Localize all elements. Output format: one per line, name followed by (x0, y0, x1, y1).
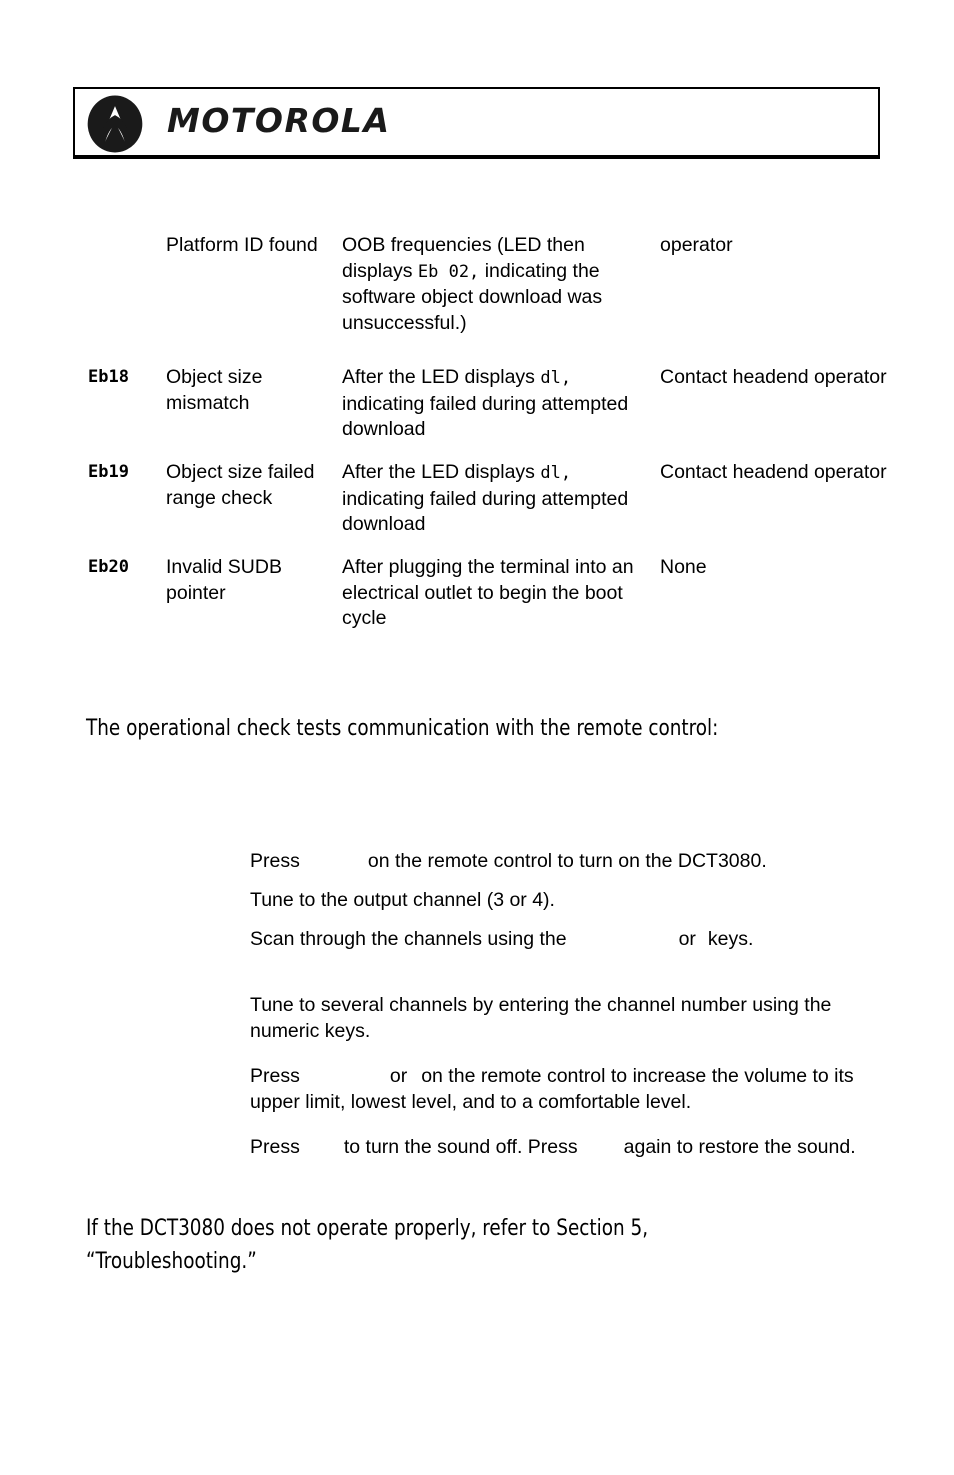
step-text-part3: again to restore the sound. (623, 1136, 856, 1158)
operational-check-intro: The operational check tests communicatio… (86, 716, 719, 741)
error-action: Contact headend operator (660, 461, 887, 483)
step-scan-channels: Scan through the channels using the or key… (250, 926, 875, 952)
condition-text-pre: After the LED displays (342, 461, 541, 483)
condition-text-post: indicating failed during attempted downl… (342, 392, 629, 441)
motorola-header-box: MOTOROLA (73, 87, 880, 159)
closing-line-2: “Troubleshooting.” (86, 1249, 257, 1274)
error-code-table: Platform ID found OOB frequencies (LED t… (0, 233, 954, 650)
error-description: Platform ID found (166, 234, 318, 256)
step-volume: Press or on the remote control to increase… (250, 1063, 875, 1115)
closing-line-1: If the DCT3080 does not operate properly… (86, 1216, 649, 1241)
step-text-part3: keys. (707, 928, 754, 950)
error-condition: OOB frequencies (LED then displays Eb 02… (342, 233, 652, 336)
table-row: Eb20 Invalid SUDB pointer After plugging… (0, 555, 954, 650)
error-condition: After plugging the terminal into an elec… (342, 555, 652, 633)
step-text-part3: on the remote control to increase the vo… (250, 1065, 854, 1113)
condition-text-pre: After plugging the terminal into an elec… (342, 556, 634, 629)
error-action: None (660, 556, 707, 578)
condition-code: dl, (540, 368, 572, 388)
condition-text-pre: After the LED displays (342, 366, 541, 388)
step-text-part1: Press (250, 1136, 300, 1158)
error-description: Invalid SUDB pointer (166, 556, 282, 604)
step-text-part2: to turn the sound off. Press (343, 1136, 578, 1158)
table-row: Platform ID found OOB frequencies (LED t… (0, 233, 954, 365)
motorola-wordmark: MOTOROLA (167, 101, 391, 140)
table-row: Eb18 Object size mismatch After the LED … (0, 365, 954, 460)
step-text-part1: Press (250, 850, 300, 872)
step-text-part1: Tune to the output channel (3 or 4). (250, 889, 555, 911)
condition-text-post: indicating failed during attempted downl… (342, 487, 629, 536)
step-text-part1: Press (250, 1065, 300, 1087)
condition-code: dl, (540, 463, 572, 483)
error-description: Object size failed range check (166, 461, 315, 509)
condition-code: Eb 02, (417, 261, 480, 282)
step-text-part2: or (389, 1065, 408, 1087)
error-code: Eb18 (88, 367, 129, 387)
error-condition: After the LED displays dl, indicating fa… (342, 460, 652, 538)
step-tune-numeric-keys: Tune to several channels by entering the… (250, 992, 875, 1044)
error-code: Eb19 (88, 462, 129, 482)
error-description: Object size mismatch (166, 366, 263, 414)
step-tune-output-channel: Tune to the output channel (3 or 4). (250, 887, 875, 913)
step-power-on: Press on the remote control to turn on th… (250, 848, 875, 874)
operational-check-steps: Press on the remote control to turn on th… (250, 848, 890, 1174)
step-text-part1: Scan through the channels using the (250, 928, 567, 950)
motorola-batwing-icon (87, 95, 143, 153)
error-action: operator (660, 234, 733, 256)
error-condition: After the LED displays dl, indicating fa… (342, 365, 652, 443)
step-text-part1: Tune to several channels by entering the… (250, 994, 832, 1042)
troubleshooting-reference: If the DCT3080 does not operate properly… (86, 1212, 830, 1278)
error-code: Eb20 (88, 557, 129, 577)
step-mute: Press to turn the sound off. Press again t… (250, 1134, 875, 1160)
step-text-part2: or (678, 928, 696, 950)
step-text-part2: on the remote control to turn on the DCT… (367, 850, 767, 872)
error-action: Contact headend operator (660, 366, 887, 388)
table-row: Eb19 Object size failed range check Afte… (0, 460, 954, 555)
